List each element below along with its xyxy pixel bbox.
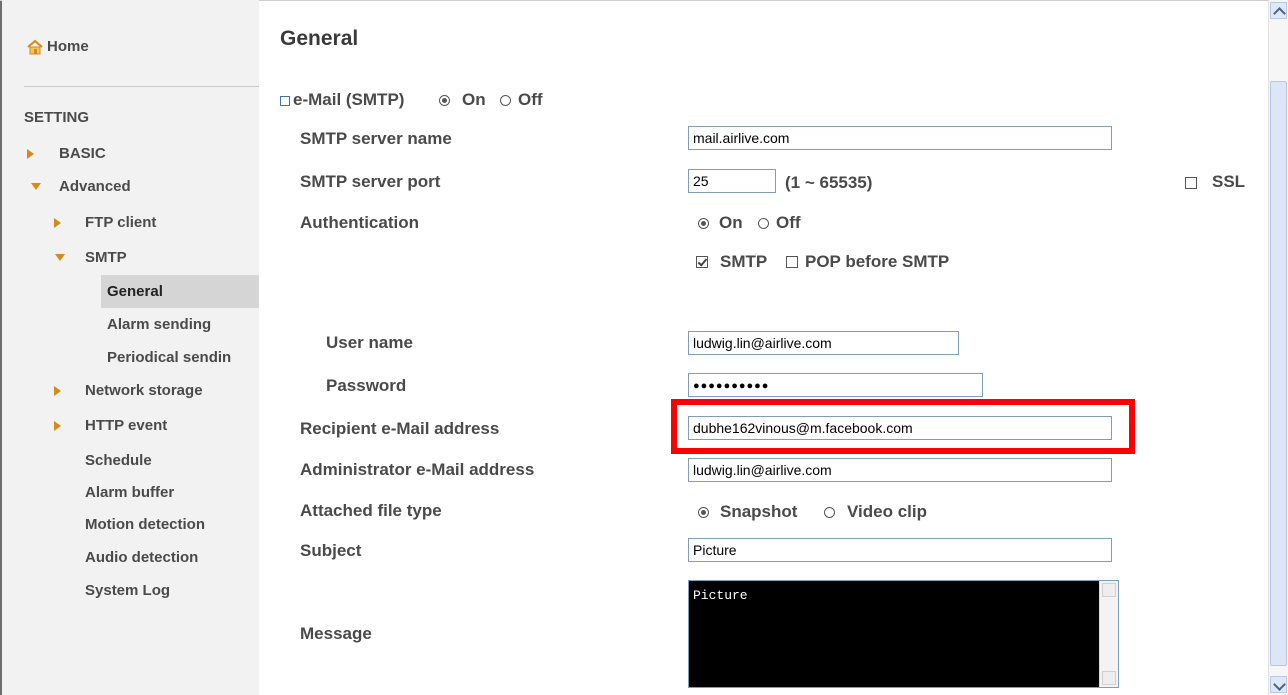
scroll-up-button[interactable] (1270, 2, 1287, 20)
sidebar-item-network-storage[interactable]: Network storage (85, 382, 203, 399)
home-link[interactable]: Home (27, 38, 89, 55)
scroll-down-icon[interactable] (1102, 671, 1116, 685)
email-on-radio[interactable] (439, 95, 450, 106)
sidebar-item-advanced[interactable]: Advanced (59, 178, 131, 195)
smtp-server-name-label: SMTP server name (300, 129, 452, 148)
message-scrollbar[interactable] (1099, 581, 1118, 687)
subject-input[interactable]: Picture (688, 538, 1112, 562)
attached-file-type-label: Attached file type (300, 501, 442, 520)
smtp-server-port-input[interactable]: 25 (688, 169, 776, 193)
video-clip-radio[interactable] (824, 507, 835, 518)
user-name-label: User name (326, 333, 413, 352)
ssl-checkbox[interactable] (1185, 177, 1197, 189)
sidebar-item-basic[interactable]: BASIC (59, 145, 106, 162)
message-text: Picture (693, 588, 748, 603)
video-clip-label: Video clip (847, 502, 927, 521)
pop-before-smtp-label: POP before SMTP (805, 252, 950, 271)
collapse-arrow-icon[interactable] (31, 183, 41, 190)
auth-off-radio[interactable] (758, 218, 769, 229)
sidebar-item-ftp-client[interactable]: FTP client (85, 214, 156, 231)
administrator-email-label: Administrator e-Mail address (300, 460, 535, 479)
section-bullet-icon (280, 96, 290, 106)
highlight-box (671, 399, 1135, 454)
sidebar-item-alarm-sending[interactable]: Alarm sending (107, 316, 211, 333)
expand-arrow-icon[interactable] (54, 218, 61, 228)
message-textarea[interactable]: Picture (688, 580, 1119, 688)
setting-heading: SETTING (24, 109, 90, 126)
user-name-input[interactable]: ludwig.lin@airlive.com (688, 331, 959, 355)
chevron-up-icon (1273, 7, 1286, 20)
scrollbar-thumb[interactable] (1270, 81, 1287, 666)
recipient-email-label: Recipient e-Mail address (300, 419, 500, 438)
expand-arrow-icon[interactable] (27, 149, 34, 159)
administrator-email-input[interactable]: ludwig.lin@airlive.com (688, 458, 1112, 482)
ssl-label: SSL (1212, 172, 1246, 191)
sidebar-item-smtp[interactable]: SMTP (85, 249, 127, 266)
password-input[interactable]: ●●●●●●●●●● (688, 373, 983, 397)
page-scrollbar[interactable] (1268, 0, 1288, 695)
page-title: General (280, 27, 359, 50)
scroll-down-button[interactable] (1270, 676, 1287, 693)
home-icon (27, 39, 43, 55)
subject-label: Subject (300, 541, 362, 560)
smtp-server-name-input[interactable]: mail.airlive.com (688, 126, 1112, 150)
email-on-label: On (462, 90, 486, 109)
port-range-hint: (1 ~ 65535) (785, 173, 873, 192)
auth-off-label: Off (776, 213, 801, 232)
sidebar-item-schedule[interactable]: Schedule (85, 452, 152, 469)
sidebar-item-system-log[interactable]: System Log (85, 582, 170, 599)
snapshot-radio[interactable] (698, 507, 709, 518)
auth-smtp-checkbox[interactable] (696, 256, 708, 268)
message-label: Message (300, 624, 372, 643)
password-label: Password (326, 376, 407, 395)
sidebar-item-alarm-buffer[interactable]: Alarm buffer (85, 484, 174, 501)
authentication-label: Authentication (300, 213, 419, 232)
pop-before-smtp-checkbox[interactable] (786, 256, 798, 268)
collapse-arrow-icon[interactable] (55, 254, 65, 261)
sidebar-item-audio-detection[interactable]: Audio detection (85, 549, 198, 566)
sidebar: Home SETTING BASIC Advanced FTP client S… (2, 0, 259, 695)
sidebar-item-http-event[interactable]: HTTP event (85, 417, 167, 434)
sidebar-item-general[interactable]: General (107, 283, 163, 300)
sidebar-item-motion-detection[interactable]: Motion detection (85, 516, 205, 533)
expand-arrow-icon[interactable] (54, 421, 61, 431)
sidebar-item-periodical-sending[interactable]: Periodical sendin (107, 349, 259, 366)
auth-on-label: On (719, 213, 743, 232)
auth-on-radio[interactable] (698, 218, 709, 229)
scroll-up-icon[interactable] (1102, 583, 1116, 597)
smtp-server-port-label: SMTP server port (300, 172, 441, 191)
chevron-down-icon (1273, 678, 1286, 691)
email-off-radio[interactable] (500, 95, 511, 106)
sidebar-divider (24, 86, 259, 87)
email-off-label: Off (518, 90, 543, 109)
email-smtp-label: e-Mail (SMTP) (293, 90, 405, 109)
snapshot-label: Snapshot (720, 502, 798, 521)
auth-smtp-label: SMTP (720, 252, 768, 271)
home-label: Home (47, 38, 89, 55)
expand-arrow-icon[interactable] (54, 386, 61, 396)
